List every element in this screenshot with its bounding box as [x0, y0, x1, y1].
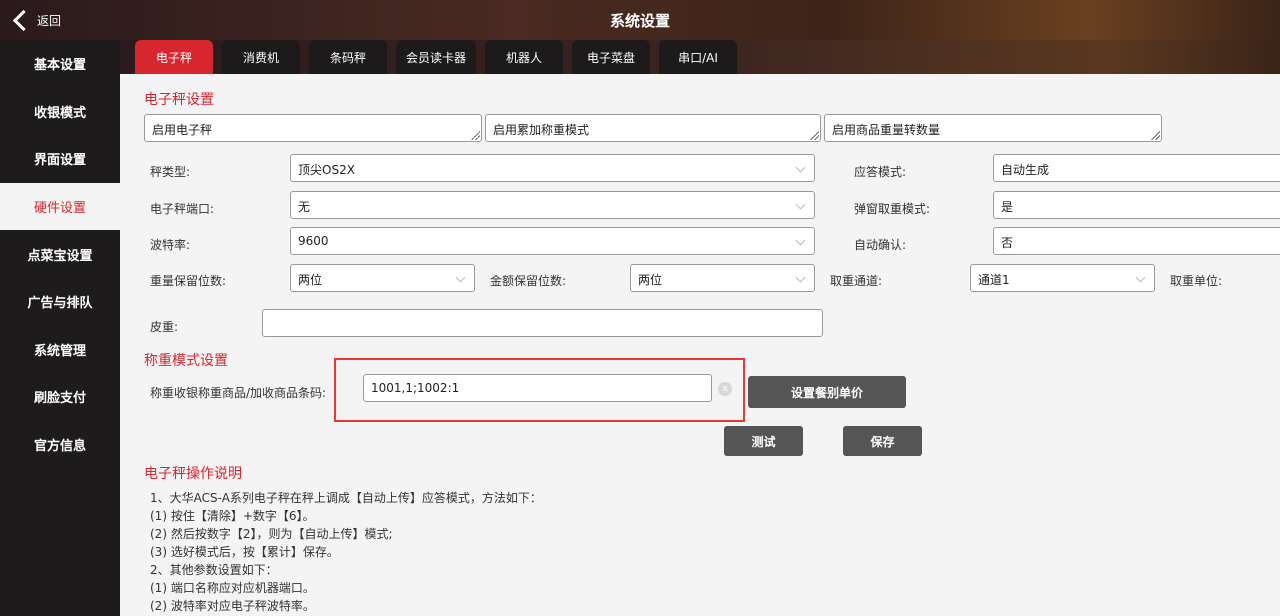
sidebar-item-official-info[interactable]: 官方信息	[0, 421, 120, 469]
content-panel: 电子秤设置 启用电子秤 启用累加称重模式 启用商品重量转数量 秤类型: 顶尖OS…	[120, 74, 1280, 616]
scale-section-title: 电子秤设置	[144, 92, 214, 108]
channel-select[interactable]: 通道1	[970, 264, 1155, 292]
tab-scale[interactable]: 电子秤	[135, 40, 213, 74]
set-meal-price-button[interactable]: 设置餐别单价	[748, 376, 906, 408]
baud-select[interactable]: 9600	[290, 227, 815, 255]
scale-type-value: 顶尖OS2X	[298, 163, 355, 177]
instruction-line: (1) 端口名称应对应机器端口。	[150, 581, 315, 595]
instruction-line: 2、其他参数设置如下：	[150, 563, 278, 577]
popup-mode-value: 是	[1001, 200, 1014, 214]
channel-label: 取重通道:	[830, 274, 883, 288]
instructions-title: 电子秤操作说明	[144, 466, 242, 482]
answer-mode-select[interactable]: 自动生成	[993, 154, 1280, 182]
resize-grip-icon	[1150, 130, 1160, 140]
barcode-label: 称重收银称重商品/加收商品条码:	[150, 386, 327, 400]
chevron-down-icon	[455, 272, 466, 283]
barcode-value: 1001,1;1002:1	[371, 381, 460, 395]
unit-label: 取重单位:	[1170, 274, 1223, 288]
instruction-line: 1、大华ACS-A系列电子秤在秤上调成【自动上传】应答模式，方法如下：	[150, 491, 542, 505]
weight-to-qty-label: 启用商品重量转数量	[832, 123, 941, 137]
chevron-down-icon	[1135, 272, 1146, 283]
tab-consumer-machine[interactable]: 消费机	[222, 40, 300, 74]
weight-decimals-select[interactable]: 两位	[290, 264, 475, 292]
test-button[interactable]: 测试	[724, 426, 803, 456]
sidebar: 基本设置 收银模式 界面设置 硬件设置 点菜宝设置 广告与排队 系统管理 刷脸支…	[0, 40, 120, 616]
instruction-line: (2) 然后按数字【2】，则为【自动上传】模式;	[150, 527, 393, 541]
popup-mode-select[interactable]: 是	[993, 191, 1280, 219]
weigh-mode-section-title: 称重模式设置	[144, 353, 228, 369]
instruction-line: (3) 选好模式后，按【累计】保存。	[150, 545, 339, 559]
instruction-line: (1) 按住【清除】+数字【6】。	[150, 509, 315, 523]
tab-barcode-scale[interactable]: 条码秤	[309, 40, 387, 74]
sidebar-item-face-pay[interactable]: 刷脸支付	[0, 373, 120, 421]
instruction-line: (2) 波特率对应电子秤波特率。	[150, 599, 315, 613]
sidebar-item-basic[interactable]: 基本设置	[0, 40, 120, 88]
tab-bar: 电子秤 消费机 条码秤 会员读卡器 机器人 电子菜盘 串口/AI	[120, 40, 1280, 74]
tab-menu-plate[interactable]: 电子菜盘	[572, 40, 650, 74]
sidebar-item-cashier-mode[interactable]: 收银模式	[0, 88, 120, 136]
baud-value: 9600	[298, 234, 329, 248]
clear-icon[interactable]: x	[718, 382, 732, 396]
auto-confirm-label: 自动确认:	[854, 238, 907, 252]
enable-scale-toggle[interactable]: 启用电子秤	[144, 114, 482, 142]
channel-value: 通道1	[978, 273, 1010, 287]
port-value: 无	[298, 200, 311, 214]
weight-decimals-value: 两位	[298, 273, 323, 287]
sidebar-item-interface[interactable]: 界面设置	[0, 135, 120, 183]
enable-scale-label: 启用电子秤	[152, 123, 213, 137]
chevron-down-icon	[795, 272, 806, 283]
barcode-input[interactable]: 1001,1;1002:1	[363, 374, 712, 402]
amount-decimals-select[interactable]: 两位	[630, 264, 815, 292]
chevron-down-icon	[795, 199, 806, 210]
cumulative-weigh-label: 启用累加称重模式	[493, 123, 590, 137]
chevron-down-icon	[795, 162, 806, 173]
sidebar-item-ads-queue[interactable]: 广告与排队	[0, 278, 120, 326]
resize-grip-icon	[470, 130, 480, 140]
resize-grip-icon	[809, 130, 819, 140]
save-button[interactable]: 保存	[843, 426, 922, 456]
weight-to-qty-toggle[interactable]: 启用商品重量转数量	[824, 114, 1162, 142]
weight-decimals-label: 重量保留位数:	[150, 274, 227, 288]
answer-mode-label: 应答模式:	[854, 165, 907, 179]
chevron-down-icon	[795, 235, 806, 246]
tare-label: 皮重:	[150, 320, 179, 334]
scale-type-label: 秤类型:	[150, 165, 191, 179]
top-bar: 返回 系统设置	[0, 0, 1280, 40]
auto-confirm-select[interactable]: 否	[993, 227, 1280, 255]
auto-confirm-value: 否	[1001, 236, 1014, 250]
scale-type-select[interactable]: 顶尖OS2X	[290, 154, 815, 182]
port-label: 电子秤端口:	[150, 202, 215, 216]
cumulative-weigh-toggle[interactable]: 启用累加称重模式	[485, 114, 821, 142]
sidebar-item-hardware[interactable]: 硬件设置	[0, 182, 120, 231]
tab-card-reader[interactable]: 会员读卡器	[396, 40, 476, 74]
answer-mode-value: 自动生成	[1001, 163, 1050, 177]
popup-mode-label: 弹窗取重模式:	[854, 202, 931, 216]
page-title: 系统设置	[609, 12, 670, 30]
amount-decimals-value: 两位	[638, 273, 663, 287]
port-select[interactable]: 无	[290, 191, 815, 219]
tab-serial-ai[interactable]: 串口/AI	[659, 40, 737, 74]
sidebar-item-order-device[interactable]: 点菜宝设置	[0, 230, 120, 278]
baud-label: 波特率:	[150, 238, 191, 252]
tab-robot[interactable]: 机器人	[485, 40, 563, 74]
sidebar-item-system[interactable]: 系统管理	[0, 326, 120, 374]
tare-input[interactable]	[262, 309, 823, 337]
amount-decimals-label: 金额保留位数:	[490, 274, 567, 288]
